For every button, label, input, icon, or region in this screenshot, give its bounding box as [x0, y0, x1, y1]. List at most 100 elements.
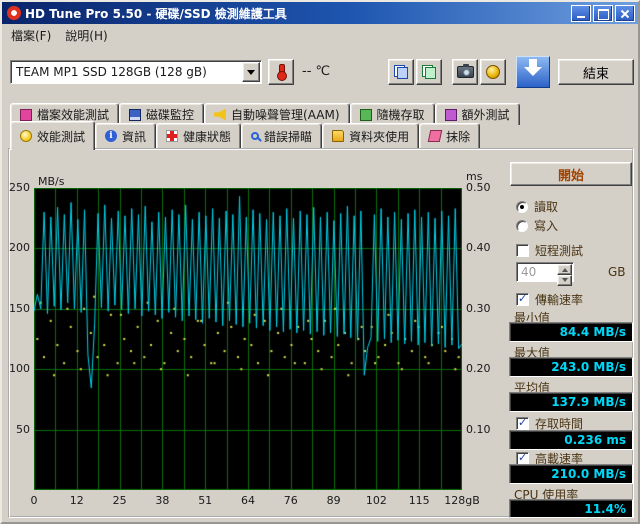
exit-button[interactable]: 結束 [558, 59, 634, 85]
close-button[interactable] [615, 4, 635, 22]
min-value: 84.4 MB/s [509, 322, 633, 342]
extra-tests-icon [444, 108, 457, 121]
window-controls [571, 4, 635, 22]
short-test-checkbox[interactable]: 短程測試 [516, 242, 583, 259]
checkbox-indicator [516, 416, 529, 430]
camera-icon [456, 64, 474, 78]
file-benchmark-icon [20, 108, 32, 121]
tab-benchmark[interactable]: 效能測試 [10, 121, 96, 150]
y-left-tick: 200 [9, 241, 30, 255]
menu-help[interactable]: 說明(H) [58, 25, 114, 46]
y-axis-left-unit: MB/s [38, 175, 65, 188]
copy-image-icon [394, 65, 408, 79]
y-left-tick: 250 [9, 181, 30, 194]
benchmark-panel: MB/s ms 250 200 150 100 50 0.50 0.40 0.30 0.20 0… [8, 148, 634, 518]
gb-label: GB [608, 265, 626, 279]
y-left-tick: 50 [16, 422, 30, 436]
temperature-unit: ℃ [315, 64, 331, 79]
size-spinner [557, 264, 572, 286]
spinner-up-button[interactable] [557, 264, 572, 275]
folder-icon [332, 130, 345, 142]
menu-file[interactable]: 檔案(F) [4, 25, 58, 46]
drive-select-value: TEAM MP1 SSD 128GB (128 gB) [16, 65, 207, 79]
y-right-tick: 0.30 [466, 301, 491, 315]
max-value: 243.0 MB/s [509, 357, 633, 377]
tab-label: 磁碟監控 [146, 108, 195, 122]
title-bar[interactable]: HD Tune Pro 5.50 - 硬碟/SSD 檢測維護工具 [2, 2, 638, 24]
radio-indicator [516, 219, 528, 232]
update-button[interactable] [516, 56, 550, 88]
drive-select-dropdown-button[interactable] [242, 62, 260, 82]
x-tick: 128gB [444, 494, 480, 507]
x-tick: 25 [112, 494, 127, 507]
app-icon [7, 6, 21, 20]
chevron-up-icon [561, 265, 568, 272]
x-tick: 12 [69, 494, 84, 507]
tab-folder-usage[interactable]: 資料夾使用 [322, 123, 420, 148]
save-button[interactable] [480, 59, 506, 85]
x-tick: 38 [155, 494, 170, 507]
health-cross-icon [166, 130, 179, 142]
tab-label: 自動噪聲管理(AAM) [231, 108, 340, 122]
x-tick: 102 [365, 494, 387, 507]
speaker-icon [214, 108, 227, 121]
avg-value: 137.9 MB/s [509, 392, 633, 412]
tab-error-scan[interactable]: 錯誤掃瞄 [241, 123, 323, 148]
y-right-tick: 0.40 [466, 241, 491, 255]
burst-rate-value: 210.0 MB/s [509, 464, 633, 484]
short-test-size-input[interactable]: 40 [516, 262, 574, 286]
disk-monitor-icon [129, 108, 142, 121]
checkbox-indicator [516, 244, 529, 257]
copy-text-icon [422, 65, 436, 79]
y-right-tick: 0.10 [466, 422, 491, 436]
start-button[interactable]: 開始 [510, 162, 632, 186]
bulb-icon [20, 130, 32, 142]
read-label: 讀取 [534, 200, 559, 214]
tab-extra-tests[interactable]: 額外測試 [434, 103, 520, 125]
x-tick: 115 [408, 494, 430, 507]
tab-label: 資料夾使用 [349, 129, 410, 144]
read-radio[interactable]: 讀取 [516, 198, 558, 215]
benchmark-chart [34, 188, 462, 490]
short-test-size-value: 40 [521, 265, 537, 279]
spinner-down-button[interactable] [557, 275, 572, 286]
tab-info[interactable]: 資訊 [95, 123, 157, 148]
temperature-value: -- [302, 64, 312, 79]
download-arrow-head [524, 67, 542, 85]
transfer-rate-checkbox[interactable]: 傳輸速率 [516, 291, 583, 308]
chevron-down-icon [561, 278, 568, 285]
tab-random-access[interactable]: 隨機存取 [349, 103, 435, 125]
drive-select[interactable]: TEAM MP1 SSD 128GB (128 gB) [10, 60, 262, 84]
toolbar: TEAM MP1 SSD 128GB (128 gB) -- ℃ 結束 [2, 46, 638, 100]
x-tick: 64 [241, 494, 255, 507]
tab-label: 額外測試 [461, 108, 510, 122]
tab-label: 效能測試 [37, 129, 86, 144]
chevron-down-icon [247, 69, 255, 79]
copy-text-button[interactable] [416, 59, 442, 85]
checkbox-indicator [516, 292, 529, 306]
minimize-button[interactable] [571, 4, 591, 22]
window-title: HD Tune Pro 5.50 - 硬碟/SSD 檢測維護工具 [25, 6, 287, 21]
x-tick: 51 [198, 494, 213, 507]
transfer-rate-label: 傳輸速率 [535, 293, 584, 307]
tab-label: 健康狀態 [183, 129, 232, 144]
temperature-button[interactable] [268, 59, 294, 85]
copy-image-button[interactable] [388, 59, 414, 85]
tab-label: 資訊 [122, 129, 147, 144]
x-tick: 76 [283, 494, 298, 507]
info-icon [105, 130, 118, 142]
x-tick: 0 [30, 494, 38, 507]
magnifier-icon [251, 132, 260, 140]
tab-erase[interactable]: 抹除 [419, 123, 481, 148]
y-right-tick: 0.20 [466, 362, 491, 376]
write-radio[interactable]: 寫入 [516, 217, 558, 234]
screenshot-button[interactable] [452, 59, 478, 85]
tab-disk-monitor[interactable]: 磁碟監控 [119, 103, 205, 125]
y-axis-right-ticks: 0.50 0.40 0.30 0.20 0.10 [466, 181, 506, 490]
tab-health[interactable]: 健康狀態 [156, 123, 242, 148]
menu-bar: 檔案(F) 說明(H) [4, 26, 636, 45]
tab-aam[interactable]: 自動噪聲管理(AAM) [204, 103, 350, 125]
y-right-tick: 0.50 [466, 181, 491, 194]
radio-indicator [516, 200, 528, 213]
maximize-button[interactable] [593, 4, 613, 22]
